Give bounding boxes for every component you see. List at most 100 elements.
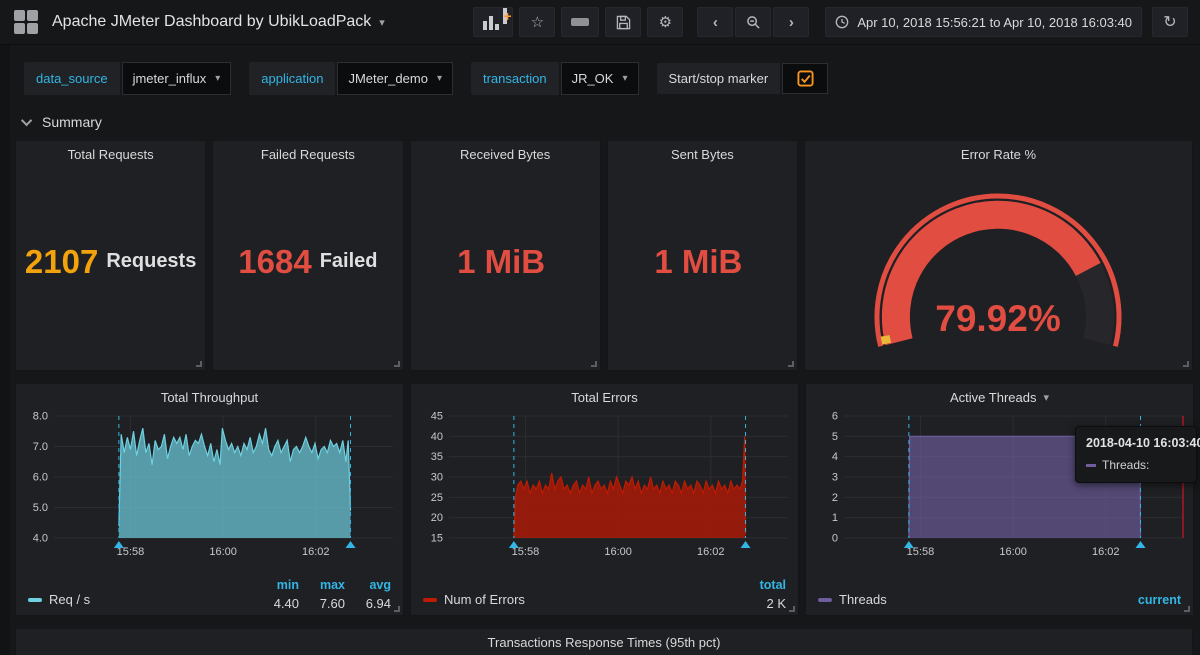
series-swatch [423, 597, 437, 602]
svg-text:6: 6 [832, 411, 838, 423]
stat-value: 1 MiB [457, 242, 546, 280]
legend-stats: total 2 K [740, 578, 786, 611]
panel-title[interactable]: Total Requests [16, 141, 205, 163]
svg-text:45: 45 [431, 411, 443, 423]
series-area [908, 435, 1142, 539]
chevron-down-icon: ▾ [215, 73, 221, 84]
refresh-button[interactable]: ↻ [1152, 7, 1188, 37]
dashboard-picker-icon[interactable] [14, 10, 38, 34]
row-title: Summary [42, 114, 102, 130]
legend-stat-header[interactable]: max [299, 578, 345, 592]
panel-title[interactable]: Failed Requests [213, 141, 402, 163]
panel-title[interactable]: Error Rate % [805, 141, 1192, 163]
share-dashboard-button[interactable] [561, 7, 600, 37]
legend-stat-header[interactable]: total [740, 578, 786, 592]
svg-text:3: 3 [832, 472, 838, 484]
variable-label: Start/stop marker [656, 63, 781, 94]
panel-resize-handle[interactable] [590, 361, 597, 367]
panel-title[interactable]: Sent Bytes [608, 141, 797, 163]
panel-title-text: Active Threads [950, 390, 1037, 405]
panel-resize-handle[interactable] [788, 361, 794, 367]
panel-total-requests: Total Requests 2107 Requests [15, 140, 207, 371]
stat-value: 1684 [238, 242, 312, 280]
legend-stats: current [1135, 593, 1181, 611]
legend-series-toggle[interactable]: Threads [818, 592, 887, 607]
panel-title[interactable]: Received Bytes [411, 141, 600, 163]
series-name: Num of Errors [444, 592, 525, 607]
svg-text:25: 25 [431, 492, 443, 504]
checkbox-checked-icon [797, 70, 814, 87]
panel-total-throughput: Total Throughput 4.0 5.0 6.0 7.0 8.0 15:5… [15, 383, 404, 616]
errors-chart-canvas[interactable]: 15 20 25 30 35 40 4515:58 16:00 16:02 [417, 408, 794, 568]
legend-stat-header[interactable]: avg [345, 578, 391, 592]
variable-marker: Start/stop marker [656, 63, 829, 94]
page-title: Apache JMeter Dashboard by UbikLoadPack [52, 13, 372, 30]
panel-title[interactable]: Total Errors [417, 384, 792, 406]
data-source-dropdown[interactable]: jmeter_influx ▾ [121, 62, 232, 95]
chevron-right-icon: › [788, 13, 794, 31]
settings-button[interactable]: ⚙ [647, 7, 684, 37]
application-dropdown[interactable]: JMeter_demo ▾ [337, 62, 453, 95]
panel-total-errors: Total Errors 15 20 25 30 35 40 45 15:58 16… [410, 383, 799, 616]
errors-legend: Num of Errors total 2 K [417, 568, 792, 615]
time-forward-button[interactable]: › [773, 7, 810, 37]
panel-resize-handle[interactable] [394, 606, 400, 612]
panel-resize-handle[interactable] [196, 361, 203, 367]
variable-data-source: data_source jmeter_influx ▾ [24, 62, 232, 95]
zoom-out-icon [746, 15, 760, 29]
add-panel-button[interactable]: + [473, 7, 514, 37]
gauge-value: 79.92% [935, 298, 1061, 339]
time-back-button[interactable]: ‹ [697, 7, 734, 37]
row-toggle-summary[interactable]: Summary [0, 108, 1200, 140]
panel-resize-handle[interactable] [393, 361, 400, 367]
zoom-out-button[interactable] [735, 7, 772, 37]
star-dashboard-button[interactable]: ☆ [519, 7, 556, 37]
svg-text:7.0: 7.0 [33, 441, 48, 453]
svg-text:4.0: 4.0 [33, 533, 48, 545]
share-icon [571, 18, 590, 26]
start-stop-marker-checkbox[interactable] [782, 63, 829, 94]
legend-stat-value: 2 K [766, 596, 786, 611]
panel-title[interactable]: Transactions Response Times (95th pct) [16, 629, 1192, 651]
svg-text:35: 35 [431, 451, 443, 463]
series-name: Threads [839, 592, 887, 607]
legend-series-toggle[interactable]: Num of Errors [423, 592, 525, 607]
svg-text:16:02: 16:02 [697, 546, 725, 558]
chevron-down-icon: ▾ [379, 16, 385, 29]
threads-legend: Threads current [812, 568, 1187, 615]
panel-title[interactable]: Active Threads ▾ [812, 384, 1187, 406]
dashboard-title-dropdown[interactable]: Apache JMeter Dashboard by UbikLoadPack … [52, 13, 385, 31]
legend-stat-header[interactable]: current [1135, 593, 1181, 607]
time-range-picker[interactable]: Apr 10, 2018 15:56:21 to Apr 10, 2018 16… [825, 7, 1142, 37]
transaction-dropdown[interactable]: JR_OK ▾ [560, 62, 639, 95]
chevron-down-icon: ▾ [436, 73, 442, 84]
svg-text:6.0: 6.0 [33, 472, 48, 484]
refresh-icon: ↻ [1163, 14, 1177, 31]
panel-title[interactable]: Total Throughput [22, 384, 397, 406]
stat-value: 1 MiB [654, 242, 743, 280]
panel-received-bytes: Received Bytes 1 MiB [409, 140, 601, 371]
panel-error-rate: Error Rate % 79.92% [804, 140, 1193, 371]
panel-resize-handle[interactable] [1183, 361, 1189, 367]
chevron-down-icon [20, 114, 33, 127]
svg-text:16:02: 16:02 [1092, 546, 1120, 558]
series-area [118, 428, 352, 538]
panel-resize-handle[interactable] [789, 606, 795, 612]
svg-text:16:00: 16:00 [999, 546, 1027, 558]
star-icon: ☆ [530, 14, 545, 31]
panel-resize-handle[interactable] [1184, 606, 1190, 612]
legend-series-toggle[interactable]: Req / s [28, 592, 90, 607]
threads-chart-canvas[interactable]: 0 1 2 3 4 5 615:58 16:00 16:02 [812, 408, 1189, 568]
svg-text:5.0: 5.0 [33, 502, 48, 514]
legend-stat-value: 4.40 [273, 596, 299, 611]
svg-text:15: 15 [431, 533, 443, 545]
series-name: Req / s [49, 592, 91, 607]
throughput-chart-canvas[interactable]: 4.0 5.0 6.0 7.0 8.015:58 16:00 16:02 [22, 408, 399, 568]
chevron-down-icon: ▾ [1043, 392, 1049, 404]
save-dashboard-button[interactable] [605, 7, 642, 37]
legend-stat-value: 6.94 [365, 596, 391, 611]
variable-label: transaction [470, 62, 559, 95]
variables-bar: data_source jmeter_influx ▾ application … [0, 45, 1200, 108]
legend-stat-header[interactable]: min [253, 578, 299, 592]
svg-text:0: 0 [832, 533, 838, 545]
